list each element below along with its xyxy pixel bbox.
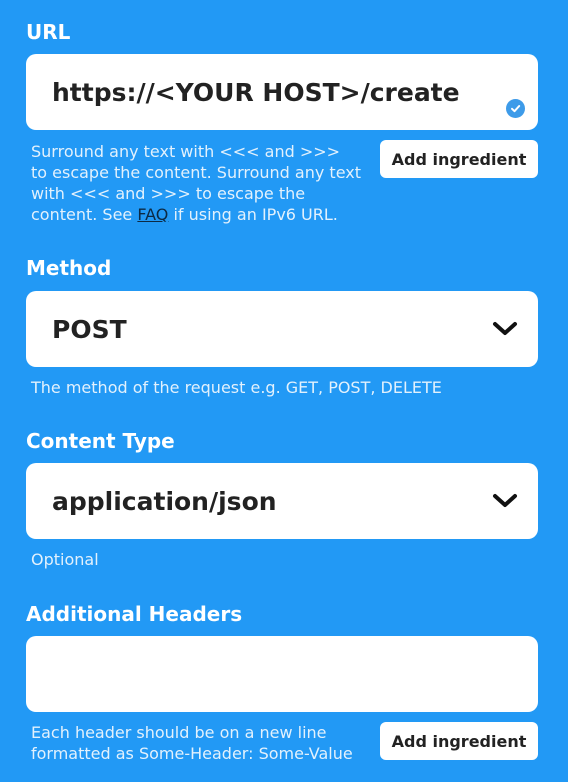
content-type-label: Content Type	[26, 429, 175, 453]
method-value: POST	[52, 314, 127, 344]
faq-link[interactable]: FAQ	[137, 205, 168, 224]
additional-headers-label: Additional Headers	[26, 602, 243, 626]
method-select[interactable]: POST	[26, 291, 538, 367]
add-ingredient-button[interactable]: Add ingredient	[380, 140, 538, 178]
content-type-help: Optional	[31, 550, 99, 569]
url-help-suffix: if using an IPv6 URL.	[168, 205, 338, 224]
content-type-select[interactable]: application/json	[26, 463, 538, 539]
url-input[interactable]: https://<YOUR HOST>/create	[26, 54, 538, 130]
url-label: URL	[26, 20, 71, 44]
check-circle-icon	[506, 99, 525, 118]
url-help: Surround any text with <<< and >>> to es…	[31, 141, 361, 225]
content-type-value: application/json	[52, 486, 277, 516]
method-label: Method	[26, 256, 112, 280]
method-help: The method of the request e.g. GET, POST…	[31, 378, 442, 397]
add-ingredient-button[interactable]: Add ingredient	[380, 722, 538, 760]
chevron-down-icon	[493, 322, 517, 335]
additional-headers-help: Each header should be on a new line form…	[31, 723, 353, 763]
additional-headers-textarea[interactable]	[26, 636, 538, 712]
url-value: https://<YOUR HOST>/create	[52, 77, 460, 107]
chevron-down-icon	[493, 494, 517, 507]
